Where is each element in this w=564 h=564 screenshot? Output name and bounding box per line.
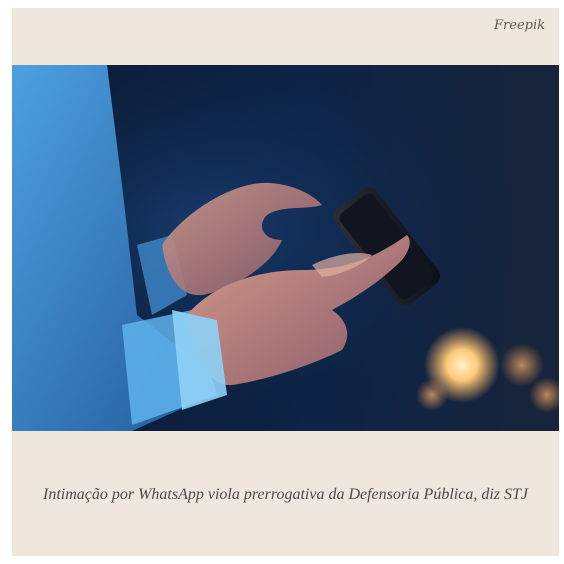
article-photo[interactable] xyxy=(12,65,559,431)
photo-hands-phone-icon xyxy=(12,65,559,431)
article-caption[interactable]: Intimação por WhatsApp viola prerrogativ… xyxy=(30,482,541,507)
article-card[interactable]: Freepik Intimação por WhatsApp viola pre… xyxy=(12,8,559,556)
image-credit: Freepik xyxy=(494,18,545,33)
